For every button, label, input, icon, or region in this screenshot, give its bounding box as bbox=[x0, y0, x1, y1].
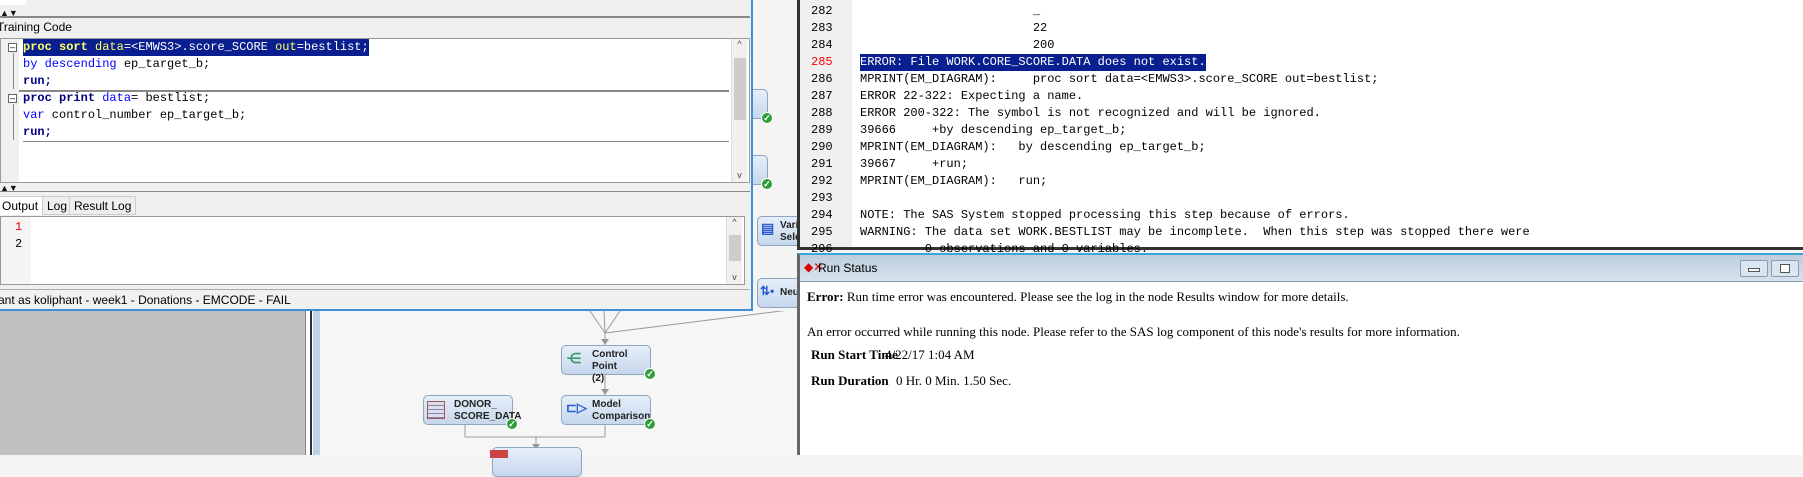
section-title: Training Code bbox=[0, 20, 72, 34]
log-line-number: 285 bbox=[811, 55, 833, 69]
variable-selection-icon: ▤ bbox=[761, 220, 775, 236]
code-editor[interactable]: – – proc sort data=<EMWS3>.score_SCORE o… bbox=[0, 38, 750, 183]
log-line-text[interactable]: ERROR 22-322: Expecting a name. bbox=[860, 88, 1083, 105]
status-bar-text: ant as koliphant - week1 - Donations - E… bbox=[0, 293, 291, 307]
tab-result-log[interactable]: Result Log bbox=[69, 196, 137, 215]
diagram-connectors bbox=[464, 311, 786, 450]
run-start-value: 4/22/17 1:04 AM bbox=[885, 347, 975, 362]
log-line-number: 293 bbox=[811, 191, 833, 205]
code-node-editor-window: ▲▼ Training Code – – proc sort data=<EMW… bbox=[0, 0, 753, 311]
tab-log[interactable]: Log bbox=[42, 196, 73, 215]
log-line-text[interactable]: ERROR: File WORK.CORE_SCORE.DATA does no… bbox=[860, 54, 1206, 71]
success-check-icon: ✓ bbox=[644, 368, 656, 380]
run-status-titlebar[interactable]: ◆✕ Run Status bbox=[800, 255, 1803, 282]
code-scrollbar[interactable]: ^ v bbox=[731, 39, 747, 182]
success-check-icon: ✓ bbox=[761, 178, 773, 190]
minimize-button[interactable] bbox=[1740, 260, 1768, 277]
log-line-text[interactable]: 22 bbox=[860, 20, 1047, 37]
success-check-icon: ✓ bbox=[644, 418, 656, 430]
output-area[interactable]: 1 2 ^ v bbox=[0, 216, 745, 285]
line-number: 2 bbox=[15, 237, 23, 251]
code-line[interactable]: proc print data= bestlist; bbox=[23, 90, 210, 107]
log-line-number: 295 bbox=[811, 225, 833, 239]
log-line-text[interactable]: NOTE: The SAS System stopped processing … bbox=[860, 207, 1350, 224]
run-error-line: Error: Run time error was encountered. P… bbox=[807, 289, 1349, 305]
model-comparison-icon: ⊏▷ bbox=[566, 400, 587, 415]
sas-log-window: 282 _ 283 22 284 200 285 ERROR: File WORK.CO… bbox=[797, 0, 1803, 256]
log-line-number: 286 bbox=[811, 72, 833, 86]
log-line-text[interactable]: 39666 +by descending ep_target_b; bbox=[860, 122, 1126, 139]
run-duration-label: Run Duration bbox=[811, 373, 889, 388]
diagram-canvas[interactable]: ⋲ Control Point (2) ✓ ⊏▷ Model Comparison … bbox=[320, 311, 797, 477]
node-model-comparison[interactable]: ⊏▷ Model Comparison ✓ bbox=[561, 395, 656, 430]
line-number: 1 bbox=[15, 220, 23, 234]
log-line-number: 292 bbox=[811, 174, 833, 188]
tab-output[interactable]: Output bbox=[0, 196, 44, 215]
code-line[interactable]: proc sort data=<EMWS3>.score_SCORE out=b… bbox=[23, 39, 369, 56]
node-score[interactable] bbox=[490, 447, 582, 477]
restore-button[interactable] bbox=[1771, 260, 1799, 277]
run-status-window: ◆✕ Run Status Error: Run time error was … bbox=[797, 253, 1803, 455]
code-line[interactable]: run; bbox=[23, 73, 52, 90]
error-text: Run time error was encountered. Please s… bbox=[843, 289, 1349, 304]
log-line-number: 290 bbox=[811, 140, 833, 154]
success-check-icon: ✓ bbox=[761, 112, 773, 124]
log-line-number: 283 bbox=[811, 21, 833, 35]
log-line-text[interactable]: _ bbox=[860, 3, 1040, 20]
log-line-text[interactable]: WARNING: The data set WORK.BESTLIST may … bbox=[860, 224, 1530, 241]
data-table-icon bbox=[427, 401, 445, 419]
data-table-icon bbox=[490, 450, 508, 458]
log-line-number: 284 bbox=[811, 38, 833, 52]
log-line-text[interactable]: MPRINT(EM_DIAGRAM): run; bbox=[860, 173, 1047, 190]
log-line-number: 288 bbox=[811, 106, 833, 120]
log-line-text[interactable]: 200 bbox=[860, 37, 1055, 54]
log-line-text[interactable]: MPRINT(EM_DIAGRAM): proc sort data=<EMWS… bbox=[860, 71, 1378, 88]
log-line-number: 282 bbox=[811, 4, 833, 18]
log-line-number: 291 bbox=[811, 157, 833, 171]
control-point-icon: ⋲ bbox=[567, 350, 581, 366]
error-label: Error: bbox=[807, 289, 844, 304]
splitter-toggle[interactable]: ▲▼ bbox=[0, 184, 18, 194]
fold-toggle[interactable]: – bbox=[8, 94, 17, 103]
log-line-text[interactable]: 39667 +run; bbox=[860, 156, 968, 173]
log-line-text[interactable]: ERROR 200-322: The symbol is not recogni… bbox=[860, 105, 1321, 122]
log-line-text[interactable]: MPRINT(EM_DIAGRAM): by descending ep_tar… bbox=[860, 139, 1206, 156]
code-line[interactable]: var control_number ep_target_b; bbox=[23, 107, 246, 124]
neural-network-icon: ⇅• bbox=[760, 284, 775, 298]
fold-toggle[interactable]: – bbox=[8, 43, 17, 52]
log-line-number: 289 bbox=[811, 123, 833, 137]
log-line-number: 294 bbox=[811, 208, 833, 222]
run-status-title: Run Status bbox=[818, 261, 878, 275]
code-line[interactable]: run; bbox=[23, 124, 52, 141]
node-donor-score-data[interactable]: DONOR_ SCORE_DATA ✓ bbox=[423, 395, 521, 430]
panel-divider[interactable] bbox=[305, 311, 320, 455]
log-line-number: 287 bbox=[811, 89, 833, 103]
run-duration-value: 0 Hr. 0 Min. 1.50 Sec. bbox=[896, 373, 1012, 388]
node-control-point[interactable]: ⋲ Control Point (2) ✓ bbox=[561, 345, 656, 384]
gray-panel bbox=[0, 311, 305, 455]
success-check-icon: ✓ bbox=[506, 418, 518, 430]
code-line[interactable]: by descending ep_target_b; bbox=[23, 56, 210, 73]
run-error-message: An error occurred while running this nod… bbox=[807, 324, 1460, 339]
output-scrollbar[interactable]: ^ v bbox=[726, 217, 742, 284]
